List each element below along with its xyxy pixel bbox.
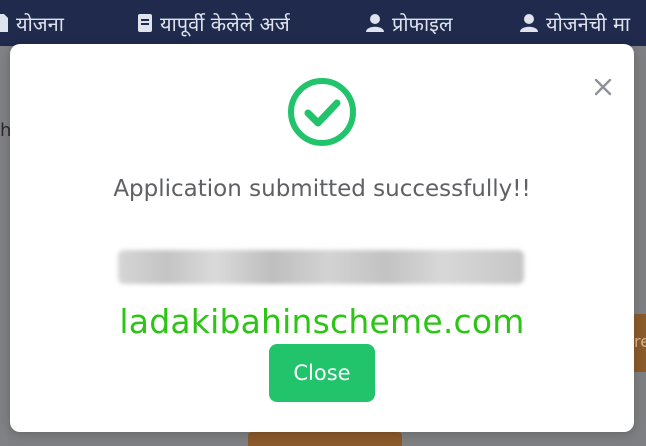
file-icon xyxy=(138,14,152,32)
watermark-text: ladakibahinscheme.com xyxy=(119,302,525,341)
nav-item-label: यापूर्वी केलेले अर्ज xyxy=(160,11,290,36)
nav-item-scheme-info[interactable]: योजनेची मा xyxy=(520,0,630,46)
nav-item-label: योजनेची मा xyxy=(546,11,631,36)
document-icon xyxy=(0,14,8,32)
background-card-edge xyxy=(0,46,8,446)
top-navbar: योजना यापूर्वी केलेले अर्ज प्रोफाइल योजन… xyxy=(0,0,646,46)
background-partial-button-bottom xyxy=(248,432,402,446)
nav-item-label: योजना xyxy=(16,11,64,36)
background-partial-button: re xyxy=(632,314,646,372)
nav-item-previous-applications[interactable]: यापूर्वी केलेले अर्ज xyxy=(138,0,290,46)
redacted-application-id xyxy=(118,250,524,284)
user-icon xyxy=(520,14,538,32)
check-circle-icon xyxy=(288,78,356,146)
user-icon xyxy=(366,14,384,32)
nav-item-label: प्रोफाइल xyxy=(392,11,453,36)
close-button[interactable]: Close xyxy=(269,344,375,402)
close-icon[interactable] xyxy=(590,74,616,100)
success-modal: Application submitted successfully!! lad… xyxy=(10,44,634,432)
nav-item-yojana[interactable]: योजना xyxy=(0,0,64,46)
success-message: Application submitted successfully!! xyxy=(113,176,531,202)
nav-item-profile[interactable]: प्रोफाइल xyxy=(366,0,453,46)
background-partial-button-text: re xyxy=(634,332,646,351)
